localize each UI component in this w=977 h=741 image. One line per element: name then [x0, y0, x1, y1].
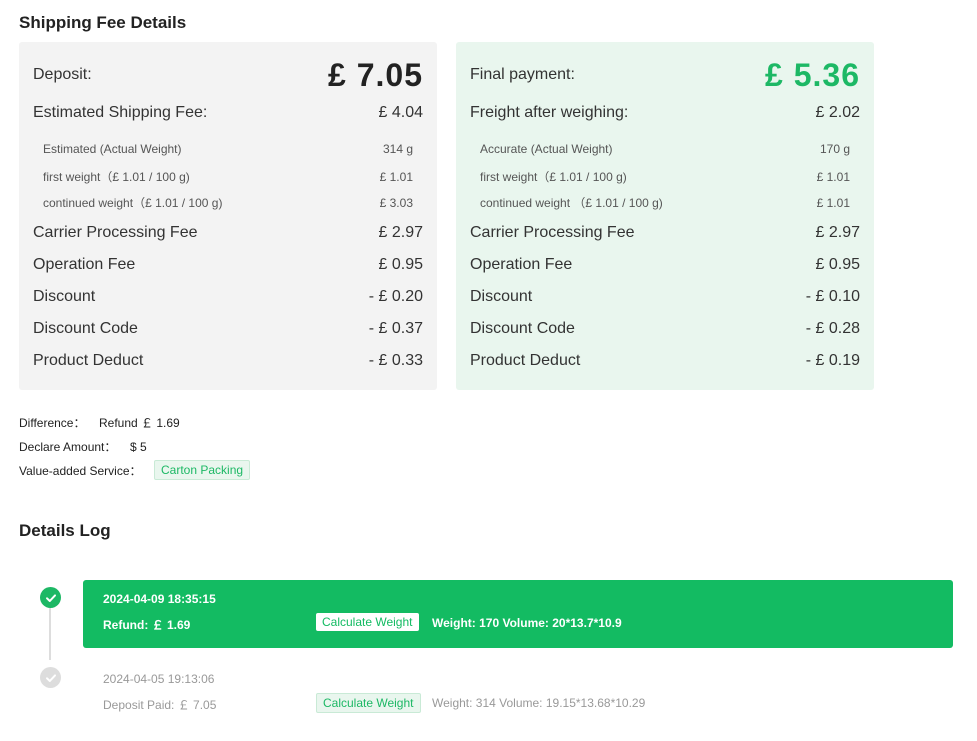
carrier-fee-row: Carrier Processing Fee £ 2.97: [470, 224, 860, 242]
declare-amount-label: Declare Amount：: [19, 440, 117, 454]
calculate-weight-tag: Calculate Weight: [316, 613, 419, 631]
discount-code-row: Discount Code - £ 0.37: [33, 320, 423, 338]
estimated-weight-label: Estimated (Actual Weight): [43, 142, 182, 156]
operation-fee-row: Operation Fee £ 0.95: [33, 256, 423, 274]
difference-label: Difference：: [19, 416, 86, 430]
difference-row: Difference： Refund ￡ 1.69: [19, 414, 180, 431]
log-entry-previous: 2024-04-05 19:13:06 Deposit Paid: ￡ 7.05…: [83, 660, 953, 720]
continued-weight-label: continued weight （£ 1.01 / 100 g): [480, 196, 663, 210]
carrier-fee-value: £ 2.97: [815, 224, 860, 241]
product-deduct-row: Product Deduct - £ 0.19: [470, 352, 860, 370]
accurate-weight-label: Accurate (Actual Weight): [480, 142, 613, 156]
continued-weight-value: £ 1.01: [816, 195, 850, 210]
freight-row: Freight after weighing: £ 2.02: [470, 104, 860, 122]
check-icon: [45, 673, 56, 682]
carton-packing-tag: Carton Packing: [154, 460, 251, 480]
continued-weight-row: continued weight （£ 1.01 / 100 g) £ 1.01: [480, 194, 850, 211]
operation-fee-row: Operation Fee £ 0.95: [470, 256, 860, 274]
log-amount: Refund: ￡ 1.69: [103, 618, 191, 632]
accurate-weight-row: Accurate (Actual Weight) 170 g: [480, 142, 850, 156]
details-log-title: Details Log: [19, 521, 111, 540]
product-deduct-value: - £ 0.33: [368, 352, 423, 369]
operation-fee-label: Operation Fee: [33, 256, 136, 273]
log-entry-latest: 2024-04-09 18:35:15 Refund: ￡ 1.69 Calcu…: [83, 580, 953, 648]
carrier-fee-value: £ 2.97: [378, 224, 423, 241]
discount-label: Discount: [470, 288, 533, 305]
carrier-fee-label: Carrier Processing Fee: [33, 224, 198, 241]
final-payment-card: Final payment: £ 5.36 Freight after weig…: [456, 42, 874, 390]
first-weight-label: first weight（£ 1.01 / 100 g): [480, 170, 627, 184]
first-weight-label: first weight（£ 1.01 / 100 g): [43, 170, 190, 184]
freight-label: Freight after weighing:: [470, 104, 629, 121]
estimated-fee-label: Estimated Shipping Fee:: [33, 104, 208, 121]
continued-weight-label: continued weight（£ 1.01 / 100 g): [43, 196, 223, 210]
check-circle-icon: [40, 587, 61, 608]
product-deduct-label: Product Deduct: [33, 352, 144, 369]
deposit-row: Deposit: £ 7.05: [33, 56, 423, 94]
log-amount: Deposit Paid: ￡ 7.05: [103, 698, 217, 712]
deposit-label: Deposit:: [33, 66, 92, 83]
estimated-weight-row: Estimated (Actual Weight) 314 g: [43, 142, 413, 156]
value-added-service-row: Value-added Service： Carton Packing: [19, 460, 251, 480]
product-deduct-value: - £ 0.19: [805, 352, 860, 369]
first-weight-value: £ 1.01: [816, 169, 850, 184]
timeline-connector: [49, 608, 51, 660]
first-weight-row: first weight（£ 1.01 / 100 g) £ 1.01: [480, 168, 850, 185]
final-payment-label: Final payment:: [470, 66, 575, 83]
check-circle-icon: [40, 667, 61, 688]
carrier-fee-row: Carrier Processing Fee £ 2.97: [33, 224, 423, 242]
discount-value: - £ 0.10: [805, 288, 860, 305]
operation-fee-value: £ 0.95: [815, 256, 860, 273]
operation-fee-label: Operation Fee: [470, 256, 573, 273]
operation-fee-value: £ 0.95: [378, 256, 423, 273]
discount-row: Discount - £ 0.10: [470, 288, 860, 306]
freight-value: £ 2.02: [815, 104, 860, 121]
estimated-fee-row: Estimated Shipping Fee: £ 4.04: [33, 104, 423, 122]
final-payment-amount: £ 5.36: [765, 56, 860, 93]
discount-label: Discount: [33, 288, 96, 305]
discount-value: - £ 0.20: [368, 288, 423, 305]
log-timestamp: 2024-04-09 18:35:15: [103, 592, 216, 606]
calculate-weight-tag: Calculate Weight: [316, 693, 421, 713]
log-measurement: Weight: 170 Volume: 20*13.7*10.9: [432, 616, 622, 630]
product-deduct-row: Product Deduct - £ 0.33: [33, 352, 423, 370]
carrier-fee-label: Carrier Processing Fee: [470, 224, 635, 241]
check-icon: [45, 593, 56, 602]
discount-code-value: - £ 0.37: [368, 320, 423, 337]
difference-value: Refund ￡ 1.69: [99, 416, 180, 430]
final-payment-row: Final payment: £ 5.36: [470, 56, 860, 94]
product-deduct-label: Product Deduct: [470, 352, 581, 369]
first-weight-value: £ 1.01: [379, 169, 413, 184]
discount-code-row: Discount Code - £ 0.28: [470, 320, 860, 338]
declare-amount-value: $ 5: [130, 439, 147, 454]
discount-code-label: Discount Code: [470, 320, 575, 337]
deposit-amount: £ 7.05: [328, 56, 423, 93]
estimated-weight-value: 314 g: [382, 142, 413, 156]
first-weight-row: first weight（£ 1.01 / 100 g) £ 1.01: [43, 168, 413, 185]
log-timestamp: 2024-04-05 19:13:06: [103, 672, 215, 686]
accurate-weight-value: 170 g: [819, 142, 850, 156]
continued-weight-value: £ 3.03: [379, 195, 413, 210]
discount-code-value: - £ 0.28: [805, 320, 860, 337]
discount-row: Discount - £ 0.20: [33, 288, 423, 306]
continued-weight-row: continued weight（£ 1.01 / 100 g) £ 3.03: [43, 194, 413, 211]
shipping-fee-title: Shipping Fee Details: [19, 13, 187, 32]
estimated-fee-value: £ 4.04: [378, 104, 423, 121]
log-measurement: Weight: 314 Volume: 19.15*13.68*10.29: [432, 696, 646, 710]
discount-code-label: Discount Code: [33, 320, 138, 337]
deposit-card: Deposit: £ 7.05 Estimated Shipping Fee: …: [19, 42, 437, 390]
declare-amount-row: Declare Amount： $ 5: [19, 438, 147, 455]
value-added-service-label: Value-added Service：: [19, 463, 142, 478]
